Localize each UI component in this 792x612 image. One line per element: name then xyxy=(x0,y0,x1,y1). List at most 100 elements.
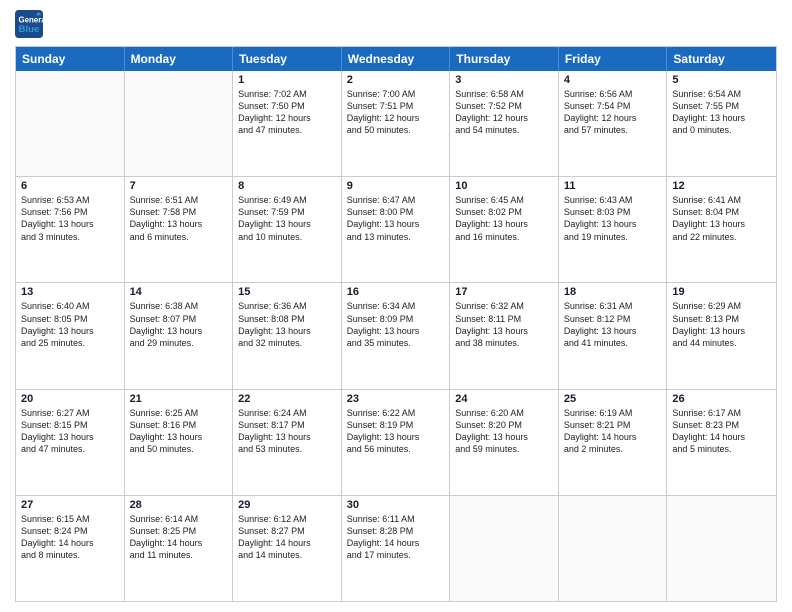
cal-cell-10: 10Sunrise: 6:45 AM Sunset: 8:02 PM Dayli… xyxy=(450,177,559,282)
cell-text: Sunrise: 6:11 AM Sunset: 8:28 PM Dayligh… xyxy=(347,513,445,562)
cal-cell-empty-0-1 xyxy=(125,71,234,176)
cal-header-wednesday: Wednesday xyxy=(342,47,451,71)
cal-cell-5: 5 Sunrise: 6:54 AM Sunset: 7:55 PM Daylig… xyxy=(667,71,776,176)
page: General Blue SundayMondayTuesdayWednesda… xyxy=(0,0,792,612)
svg-text:General: General xyxy=(19,15,44,24)
cell-text: Sunrise: 6:32 AM Sunset: 8:11 PM Dayligh… xyxy=(455,300,553,349)
day-number: 16 xyxy=(347,286,445,298)
cal-cell-1: 1 Sunrise: 7:02 AM Sunset: 7:50 PM Daylig… xyxy=(233,71,342,176)
cal-cell-2: 2 Sunrise: 7:00 AM Sunset: 7:51 PM Daylig… xyxy=(342,71,451,176)
cal-header-saturday: Saturday xyxy=(667,47,776,71)
cell-text: Sunrise: 6:19 AM Sunset: 8:21 PM Dayligh… xyxy=(564,407,662,456)
cal-cell-20: 20 Sunrise: 6:27 AM Sunset: 8:15 PM Dayli… xyxy=(16,390,125,495)
cal-cell-19: 19 Sunrise: 6:29 AM Sunset: 8:13 PM Dayli… xyxy=(667,283,776,388)
day-number: 6 xyxy=(21,180,119,192)
cell-text: Sunrise: 6:51 AM Sunset: 7:58 PM Dayligh… xyxy=(130,194,228,243)
day-number: 3 xyxy=(455,74,553,86)
cal-cell-4: 4 Sunrise: 6:56 AM Sunset: 7:54 PM Daylig… xyxy=(559,71,668,176)
cal-cell-12: 12 Sunrise: 6:41 AM Sunset: 8:04 PM Dayli… xyxy=(667,177,776,282)
day-number: 25 xyxy=(564,393,662,405)
cal-cell-3: 3Sunrise: 6:58 AM Sunset: 7:52 PM Daylig… xyxy=(450,71,559,176)
cal-row-2: 13 Sunrise: 6:40 AM Sunset: 8:05 PM Dayli… xyxy=(16,282,776,388)
calendar: SundayMondayTuesdayWednesdayThursdayFrid… xyxy=(15,46,777,602)
cell-text: Sunrise: 6:43 AM Sunset: 8:03 PM Dayligh… xyxy=(564,194,662,243)
cell-text: Sunrise: 6:22 AM Sunset: 8:19 PM Dayligh… xyxy=(347,407,445,456)
day-number: 5 xyxy=(672,74,771,86)
cal-cell-26: 26 Sunrise: 6:17 AM Sunset: 8:23 PM Dayli… xyxy=(667,390,776,495)
logo: General Blue xyxy=(15,10,47,38)
day-number: 4 xyxy=(564,74,662,86)
cal-cell-27: 27Sunrise: 6:15 AM Sunset: 8:24 PM Dayli… xyxy=(16,496,125,601)
cal-cell-18: 18 Sunrise: 6:31 AM Sunset: 8:12 PM Dayli… xyxy=(559,283,668,388)
day-number: 21 xyxy=(130,393,228,405)
cal-cell-24: 24 Sunrise: 6:20 AM Sunset: 8:20 PM Dayli… xyxy=(450,390,559,495)
cell-text: Sunrise: 6:41 AM Sunset: 8:04 PM Dayligh… xyxy=(672,194,771,243)
header: General Blue xyxy=(15,10,777,38)
cal-cell-empty-4-6 xyxy=(667,496,776,601)
cal-header-friday: Friday xyxy=(559,47,668,71)
day-number: 9 xyxy=(347,180,445,192)
day-number: 11 xyxy=(564,180,662,192)
day-number: 1 xyxy=(238,74,336,86)
cell-text: Sunrise: 6:31 AM Sunset: 8:12 PM Dayligh… xyxy=(564,300,662,349)
cell-text: Sunrise: 6:27 AM Sunset: 8:15 PM Dayligh… xyxy=(21,407,119,456)
cell-text: Sunrise: 6:12 AM Sunset: 8:27 PM Dayligh… xyxy=(238,513,336,562)
day-number: 19 xyxy=(672,286,771,298)
day-number: 7 xyxy=(130,180,228,192)
cell-text: Sunrise: 6:54 AM Sunset: 7:55 PM Dayligh… xyxy=(672,88,771,137)
cal-header-thursday: Thursday xyxy=(450,47,559,71)
cal-cell-9: 9 Sunrise: 6:47 AM Sunset: 8:00 PM Daylig… xyxy=(342,177,451,282)
cal-cell-14: 14Sunrise: 6:38 AM Sunset: 8:07 PM Dayli… xyxy=(125,283,234,388)
cal-cell-29: 29 Sunrise: 6:12 AM Sunset: 8:27 PM Dayli… xyxy=(233,496,342,601)
cal-cell-28: 28Sunrise: 6:14 AM Sunset: 8:25 PM Dayli… xyxy=(125,496,234,601)
cell-text: Sunrise: 6:49 AM Sunset: 7:59 PM Dayligh… xyxy=(238,194,336,243)
cell-text: Sunrise: 6:24 AM Sunset: 8:17 PM Dayligh… xyxy=(238,407,336,456)
cell-text: Sunrise: 6:47 AM Sunset: 8:00 PM Dayligh… xyxy=(347,194,445,243)
calendar-header: SundayMondayTuesdayWednesdayThursdayFrid… xyxy=(16,47,776,71)
cal-row-3: 20 Sunrise: 6:27 AM Sunset: 8:15 PM Dayli… xyxy=(16,389,776,495)
day-number: 8 xyxy=(238,180,336,192)
cal-row-1: 6 Sunrise: 6:53 AM Sunset: 7:56 PM Daylig… xyxy=(16,176,776,282)
cal-row-4: 27Sunrise: 6:15 AM Sunset: 8:24 PM Dayli… xyxy=(16,495,776,601)
day-number: 18 xyxy=(564,286,662,298)
day-number: 15 xyxy=(238,286,336,298)
cal-cell-25: 25 Sunrise: 6:19 AM Sunset: 8:21 PM Dayli… xyxy=(559,390,668,495)
day-number: 29 xyxy=(238,499,336,511)
day-number: 24 xyxy=(455,393,553,405)
cal-cell-empty-4-5 xyxy=(559,496,668,601)
logo-icon: General Blue xyxy=(15,10,43,38)
cell-text: Sunrise: 6:45 AM Sunset: 8:02 PM Dayligh… xyxy=(455,194,553,243)
cell-text: Sunrise: 6:20 AM Sunset: 8:20 PM Dayligh… xyxy=(455,407,553,456)
svg-text:Blue: Blue xyxy=(19,24,40,35)
cell-text: Sunrise: 6:53 AM Sunset: 7:56 PM Dayligh… xyxy=(21,194,119,243)
calendar-body: 1 Sunrise: 7:02 AM Sunset: 7:50 PM Daylig… xyxy=(16,71,776,601)
cal-cell-21: 21 Sunrise: 6:25 AM Sunset: 8:16 PM Dayli… xyxy=(125,390,234,495)
day-number: 2 xyxy=(347,74,445,86)
day-number: 28 xyxy=(130,499,228,511)
cell-text: Sunrise: 6:56 AM Sunset: 7:54 PM Dayligh… xyxy=(564,88,662,137)
cell-text: Sunrise: 6:15 AM Sunset: 8:24 PM Dayligh… xyxy=(21,513,119,562)
cal-cell-23: 23 Sunrise: 6:22 AM Sunset: 8:19 PM Dayli… xyxy=(342,390,451,495)
day-number: 13 xyxy=(21,286,119,298)
cell-text: Sunrise: 7:00 AM Sunset: 7:51 PM Dayligh… xyxy=(347,88,445,137)
cell-text: Sunrise: 6:36 AM Sunset: 8:08 PM Dayligh… xyxy=(238,300,336,349)
cal-cell-13: 13 Sunrise: 6:40 AM Sunset: 8:05 PM Dayli… xyxy=(16,283,125,388)
cal-cell-8: 8 Sunrise: 6:49 AM Sunset: 7:59 PM Daylig… xyxy=(233,177,342,282)
cal-cell-30: 30 Sunrise: 6:11 AM Sunset: 8:28 PM Dayli… xyxy=(342,496,451,601)
cell-text: Sunrise: 6:17 AM Sunset: 8:23 PM Dayligh… xyxy=(672,407,771,456)
cell-text: Sunrise: 7:02 AM Sunset: 7:50 PM Dayligh… xyxy=(238,88,336,137)
day-number: 30 xyxy=(347,499,445,511)
day-number: 26 xyxy=(672,393,771,405)
day-number: 12 xyxy=(672,180,771,192)
cell-text: Sunrise: 6:29 AM Sunset: 8:13 PM Dayligh… xyxy=(672,300,771,349)
day-number: 23 xyxy=(347,393,445,405)
cell-text: Sunrise: 6:40 AM Sunset: 8:05 PM Dayligh… xyxy=(21,300,119,349)
cal-cell-22: 22Sunrise: 6:24 AM Sunset: 8:17 PM Dayli… xyxy=(233,390,342,495)
cal-cell-15: 15 Sunrise: 6:36 AM Sunset: 8:08 PM Dayli… xyxy=(233,283,342,388)
cal-cell-6: 6 Sunrise: 6:53 AM Sunset: 7:56 PM Daylig… xyxy=(16,177,125,282)
cal-header-sunday: Sunday xyxy=(16,47,125,71)
day-number: 20 xyxy=(21,393,119,405)
cal-cell-empty-0-0 xyxy=(16,71,125,176)
cal-header-monday: Monday xyxy=(125,47,234,71)
cell-text: Sunrise: 6:25 AM Sunset: 8:16 PM Dayligh… xyxy=(130,407,228,456)
